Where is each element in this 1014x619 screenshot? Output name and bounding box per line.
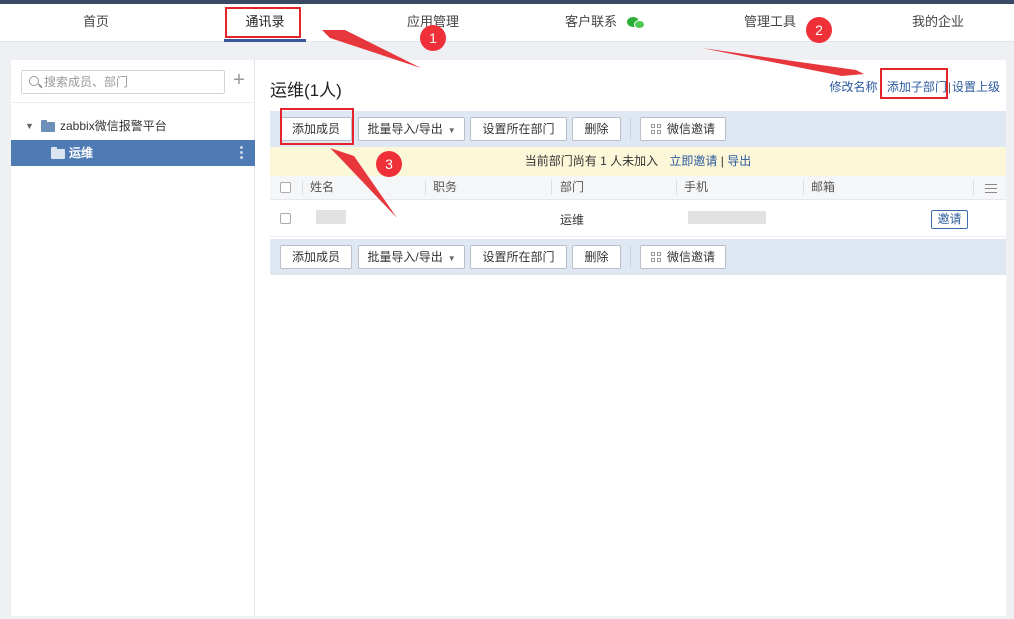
nav-admin-tools[interactable]: 管理工具 <box>730 4 810 42</box>
column-divider <box>425 180 426 195</box>
wechat-invite-label: 微信邀请 <box>666 250 715 264</box>
column-divider <box>676 180 677 195</box>
column-dept: 部门 <box>560 180 585 194</box>
column-divider <box>803 180 804 195</box>
wechat-invite-button[interactable]: 微信邀请 <box>640 117 726 141</box>
caret-down-icon: ▼ <box>447 254 456 263</box>
toolbar-top: 添加成员 批量导入/导出 ▼ 设置所在部门 删除 微信邀请 <box>270 111 1006 147</box>
nav-active-underline <box>224 39 306 42</box>
tree-selected-label: 运维 <box>69 146 94 160</box>
add-member-button[interactable]: 添加成员 <box>280 245 352 269</box>
caret-down-icon[interactable]: ▼ <box>25 115 34 137</box>
batch-import-export-button[interactable]: 批量导入/导出 ▼ <box>358 117 465 141</box>
page-title: 运维(1人) <box>270 81 342 100</box>
tree-item-root[interactable]: ▼ zabbix微信报警平台 <box>11 115 255 137</box>
batch-import-export-label: 批量导入/导出 <box>367 250 443 264</box>
toolbar-divider <box>630 246 631 268</box>
main-panel: 运维(1人) 修改名称 添加子部门|设置上级 添加成员 批量导入/导出 ▼ 设置所… <box>255 60 1006 616</box>
nav-home[interactable]: 首页 <box>56 4 136 42</box>
column-phone: 手机 <box>684 180 709 194</box>
batch-import-export-button[interactable]: 批量导入/导出 ▼ <box>358 245 465 269</box>
column-name: 姓名 <box>310 180 335 194</box>
folder-icon <box>51 147 65 159</box>
column-divider <box>551 180 552 195</box>
table-row[interactable]: 运维 邀请 <box>270 201 1006 237</box>
delete-button[interactable]: 删除 <box>572 245 621 269</box>
plus-icon[interactable]: + <box>231 70 247 90</box>
toolbar-bottom: 添加成员 批量导入/导出 ▼ 设置所在部门 删除 微信邀请 <box>270 239 1006 275</box>
sidebar-divider <box>11 102 255 103</box>
nav-customer-contact[interactable]: 客户联系 <box>555 4 655 42</box>
notice-text: 当前部门尚有 1 人未加入 <box>524 154 659 168</box>
qr-code-icon <box>650 124 661 134</box>
wechat-icon <box>626 16 645 30</box>
search-icon <box>29 76 39 86</box>
set-dept-button[interactable]: 设置所在部门 <box>470 245 567 269</box>
column-email: 邮箱 <box>811 180 836 194</box>
wechat-invite-button[interactable]: 微信邀请 <box>640 245 726 269</box>
nav-customer-contact-label: 客户联系 <box>565 14 618 29</box>
set-dept-button[interactable]: 设置所在部门 <box>470 117 567 141</box>
invite-button[interactable]: 邀请 <box>931 210 968 229</box>
row-checkbox[interactable] <box>280 213 291 224</box>
nav-my-company[interactable]: 我的企业 <box>898 4 978 42</box>
cell-dept: 运维 <box>560 213 585 227</box>
step-badge-3: 3 <box>376 151 402 177</box>
toolbar-divider <box>630 118 631 140</box>
phone-blurred <box>688 211 766 224</box>
link-separator: | <box>947 80 951 94</box>
folder-icon <box>41 120 55 132</box>
select-all-checkbox[interactable] <box>280 182 291 193</box>
set-parent-link[interactable]: 设置上级 <box>952 80 1000 94</box>
table-header: 姓名 职务 部门 手机 邮箱 <box>270 176 1006 200</box>
search-input[interactable] <box>44 73 222 91</box>
top-nav: 首页 通讯录 应用管理 客户联系 管理工具 我的企业 <box>0 4 1014 42</box>
search-box[interactable] <box>21 70 225 94</box>
rename-link[interactable]: 修改名称 <box>829 80 877 94</box>
more-vertical-icon[interactable] <box>240 146 243 160</box>
columns-settings-icon[interactable] <box>985 184 997 193</box>
batch-import-export-label: 批量导入/导出 <box>367 122 443 136</box>
step-badge-1: 1 <box>420 25 446 51</box>
tree-item-selected[interactable]: 运维 <box>11 140 255 166</box>
dept-actions: 修改名称 添加子部门|设置上级 <box>829 78 1000 95</box>
tree-root-label: zabbix微信报警平台 <box>60 119 167 133</box>
column-divider <box>302 180 303 195</box>
export-link[interactable]: 导出 <box>727 154 751 168</box>
column-divider <box>973 180 974 195</box>
add-member-button[interactable]: 添加成员 <box>280 117 352 141</box>
sidebar: + ▼ zabbix微信报警平台 运维 <box>11 60 255 616</box>
column-title: 职务 <box>433 180 458 194</box>
step-badge-2: 2 <box>806 17 832 43</box>
delete-button[interactable]: 删除 <box>572 117 621 141</box>
add-sub-dept-link[interactable]: 添加子部门 <box>887 80 947 94</box>
invite-now-link[interactable]: 立即邀请 <box>669 154 717 168</box>
notice-separator: | <box>720 154 724 168</box>
caret-down-icon: ▼ <box>447 126 456 135</box>
wechat-invite-label: 微信邀请 <box>666 122 715 136</box>
qr-code-icon <box>650 252 661 262</box>
nav-contacts[interactable]: 通讯录 <box>224 4 306 42</box>
name-blurred <box>316 210 346 224</box>
